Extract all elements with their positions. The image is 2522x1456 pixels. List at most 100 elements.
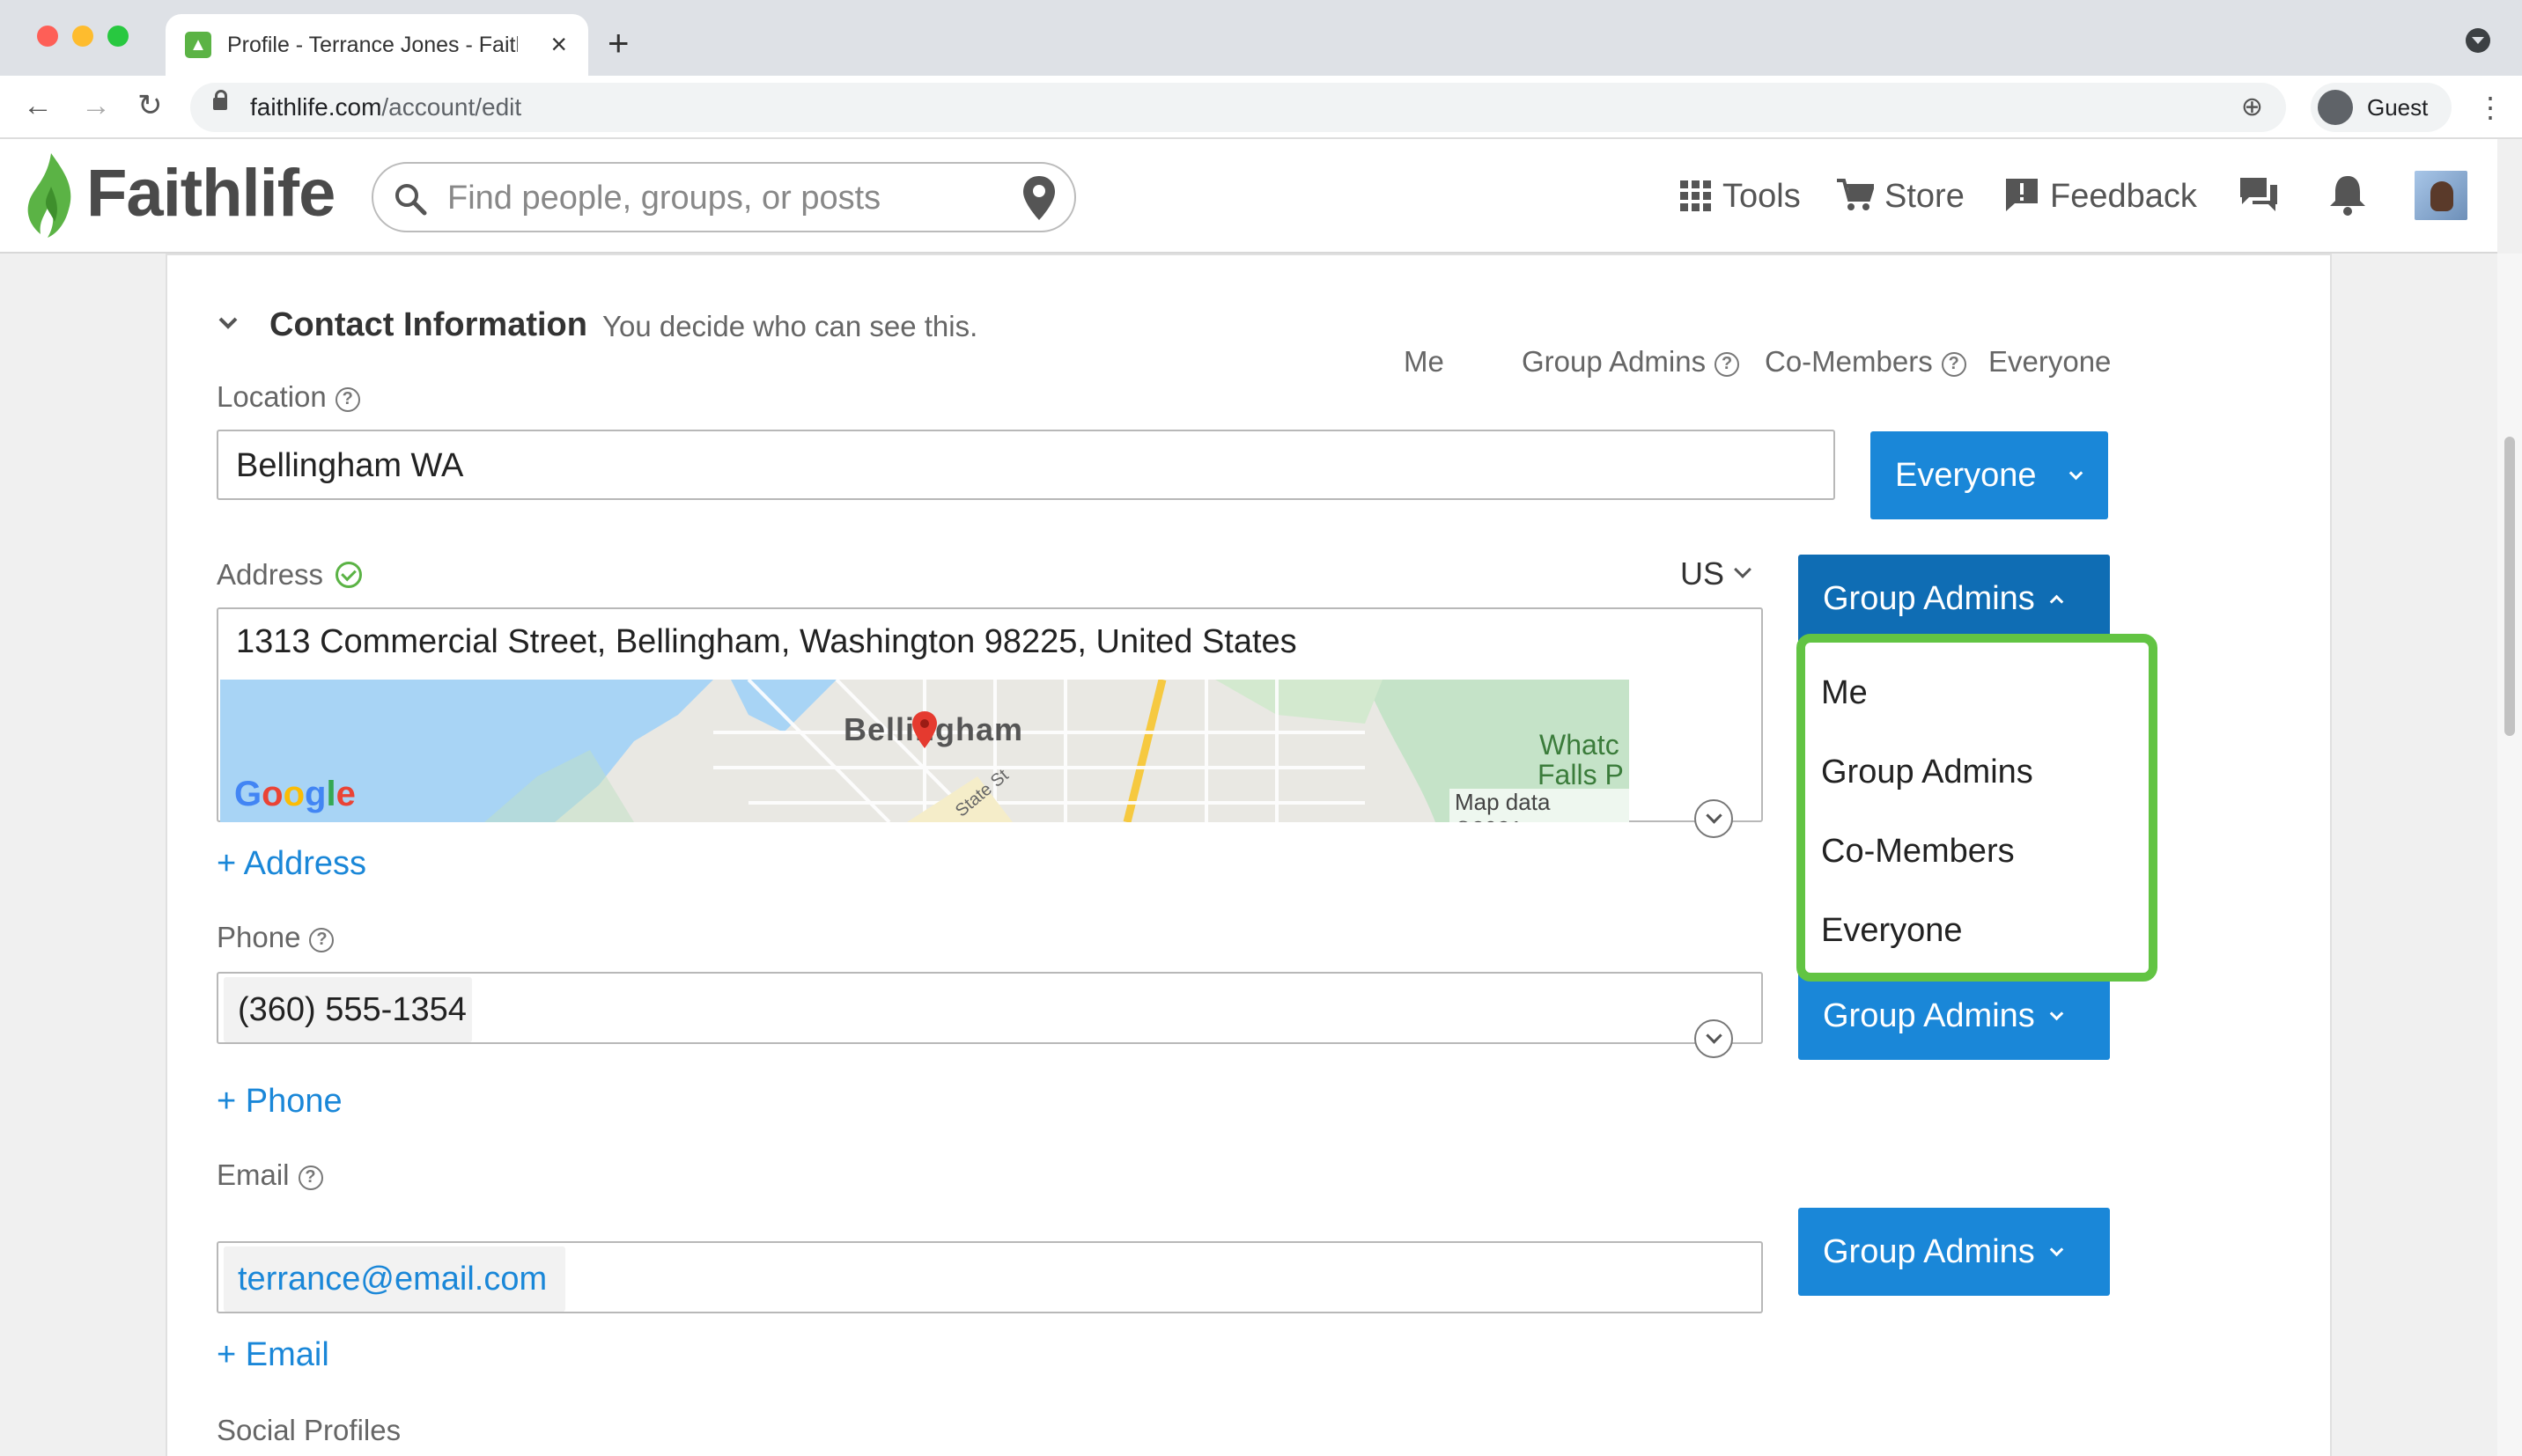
new-tab-icon[interactable]: + bbox=[608, 21, 630, 65]
nav-tools[interactable]: Tools bbox=[1680, 174, 1801, 218]
tab-search-icon[interactable] bbox=[2466, 28, 2490, 53]
nav-feedback-label: Feedback bbox=[2050, 178, 2197, 215]
add-address-link[interactable]: + Address bbox=[217, 843, 366, 884]
browser-menu-icon[interactable]: ⋮ bbox=[2476, 90, 2504, 125]
map-credit: Map data ©2021 bbox=[1449, 789, 1629, 822]
tab-close-icon[interactable]: × bbox=[550, 26, 567, 62]
browser-tabstrip: ▲ Profile - Terrance Jones - Faithlife ×… bbox=[0, 0, 2522, 76]
email-value: terrance@email.com bbox=[238, 1261, 548, 1298]
search-icon bbox=[395, 184, 427, 216]
location-pin-icon[interactable] bbox=[1021, 174, 1057, 222]
section-title: Contact Information bbox=[269, 306, 587, 343]
feedback-icon bbox=[2006, 179, 2038, 211]
address-value: 1313 Commercial Street, Bellingham, Wash… bbox=[236, 623, 1297, 660]
site-header: Faithlife Tools Store Feedback bbox=[0, 139, 2497, 254]
window-minimize-button[interactable] bbox=[72, 26, 93, 47]
visibility-option-everyone[interactable]: Everyone bbox=[1821, 910, 1963, 951]
address-label: Address bbox=[217, 556, 363, 593]
browser-toolbar: ← → ↻ faithlife.com/account/edit ⊕ Guest… bbox=[0, 76, 2522, 139]
add-phone-link[interactable]: + Phone bbox=[217, 1081, 343, 1121]
reload-icon[interactable]: ↻ bbox=[137, 88, 163, 123]
faithlife-logo-text[interactable]: Faithlife bbox=[86, 158, 336, 229]
browser-tab-active[interactable]: ▲ Profile - Terrance Jones - Faithlife × bbox=[166, 14, 588, 76]
grid-icon bbox=[1680, 180, 1711, 211]
add-email-link[interactable]: + Email bbox=[217, 1335, 329, 1375]
nav-store-label: Store bbox=[1884, 178, 1965, 215]
nav-tools-label: Tools bbox=[1722, 178, 1801, 215]
help-icon[interactable]: ? bbox=[335, 387, 360, 412]
email-visibility-label: Group Admins bbox=[1823, 1233, 2035, 1270]
visibility-dropdown-menu: Me Group Admins Co-Members Everyone bbox=[1796, 634, 2157, 982]
chevron-down-icon bbox=[1734, 561, 1751, 578]
address-map[interactable]: Bellingham Whatc Falls P State St Google… bbox=[220, 680, 1629, 822]
column-header-group-admins: Group Admins? bbox=[1522, 343, 1740, 380]
section-subtitle: You decide who can see this. bbox=[602, 310, 978, 342]
cart-icon bbox=[1837, 179, 1876, 210]
phone-visibility-button[interactable]: Group Admins bbox=[1798, 972, 2110, 1060]
email-label: Email? bbox=[217, 1157, 323, 1194]
forward-arrow-icon[interactable]: → bbox=[81, 88, 111, 123]
chevron-down-icon bbox=[2049, 1242, 2064, 1257]
visibility-option-me[interactable]: Me bbox=[1821, 673, 1868, 713]
map-pin-icon bbox=[912, 711, 937, 748]
phone-chip[interactable]: (360) 555-1354 bbox=[224, 977, 472, 1042]
profile-label: Guest bbox=[2367, 94, 2429, 121]
user-avatar[interactable] bbox=[2415, 171, 2467, 220]
email-chip[interactable]: terrance@email.com bbox=[224, 1246, 565, 1312]
visibility-option-group-admins[interactable]: Group Admins bbox=[1821, 752, 2033, 792]
visibility-option-co-members[interactable]: Co-Members bbox=[1821, 831, 2015, 871]
google-logo: Google bbox=[234, 775, 356, 813]
help-icon[interactable]: ? bbox=[309, 928, 335, 952]
chevron-down-icon bbox=[2049, 1006, 2064, 1021]
map-park-label: Whatc bbox=[1539, 729, 1619, 761]
faithlife-flame-icon[interactable] bbox=[25, 151, 77, 239]
verified-check-icon bbox=[336, 562, 363, 588]
window-close-button[interactable] bbox=[37, 26, 58, 47]
nav-store[interactable]: Store bbox=[1837, 174, 1965, 218]
chevron-down-icon bbox=[2068, 466, 2083, 481]
country-select[interactable]: US bbox=[1680, 555, 1751, 593]
zoom-icon[interactable]: ⊕ bbox=[2241, 92, 2263, 122]
email-visibility-button[interactable]: Group Admins bbox=[1798, 1208, 2110, 1296]
column-header-me: Me bbox=[1404, 345, 1444, 378]
search-input[interactable] bbox=[447, 178, 976, 218]
phone-label: Phone? bbox=[217, 919, 335, 956]
map-graphic bbox=[220, 680, 1629, 822]
phone-expand-icon[interactable] bbox=[1694, 1019, 1733, 1058]
nav-feedback[interactable]: Feedback bbox=[2004, 174, 2197, 218]
map-park-label: Falls P bbox=[1538, 759, 1624, 791]
social-profiles-label: Social Profiles bbox=[217, 1414, 402, 1446]
scrollbar-thumb[interactable] bbox=[2504, 437, 2515, 736]
location-field[interactable]: Bellingham WA bbox=[217, 430, 1835, 500]
guest-avatar-icon bbox=[2318, 90, 2353, 125]
help-icon[interactable]: ? bbox=[1941, 352, 1966, 377]
collapse-chevron-icon[interactable] bbox=[215, 310, 241, 336]
page-scrollbar[interactable] bbox=[2497, 254, 2522, 1456]
lock-icon bbox=[213, 90, 227, 110]
messages-icon[interactable] bbox=[2237, 173, 2281, 217]
chevron-up-icon bbox=[2049, 594, 2064, 609]
tab-title: Profile - Terrance Jones - Faithlife bbox=[227, 33, 518, 57]
faithlife-favicon-icon: ▲ bbox=[185, 32, 211, 58]
location-value: Bellingham WA bbox=[236, 447, 464, 484]
address-bar[interactable]: faithlife.com/account/edit ⊕ bbox=[190, 83, 2286, 132]
location-visibility-label: Everyone bbox=[1895, 457, 2037, 494]
notifications-bell-icon[interactable] bbox=[2328, 173, 2367, 217]
url-text: faithlife.com/account/edit bbox=[250, 93, 522, 121]
column-header-everyone: Everyone bbox=[1988, 345, 2112, 378]
address-expand-icon[interactable] bbox=[1694, 799, 1733, 838]
global-search[interactable] bbox=[372, 162, 1076, 232]
back-arrow-icon[interactable]: ← bbox=[23, 88, 53, 123]
window-zoom-button[interactable] bbox=[107, 26, 129, 47]
location-visibility-button[interactable]: Everyone bbox=[1870, 431, 2108, 519]
address-visibility-label: Group Admins bbox=[1823, 580, 2035, 617]
location-label: Location? bbox=[217, 379, 360, 415]
phone-field[interactable]: (360) 555-1354 bbox=[217, 972, 1763, 1044]
email-field[interactable]: terrance@email.com bbox=[217, 1241, 1763, 1313]
browser-profile-button[interactable]: Guest bbox=[2311, 83, 2452, 132]
phone-value: (360) 555-1354 bbox=[238, 991, 467, 1028]
address-visibility-button[interactable]: Group Admins bbox=[1798, 555, 2110, 643]
column-header-co-members: Co-Members? bbox=[1765, 343, 1966, 380]
help-icon[interactable]: ? bbox=[298, 1166, 323, 1190]
help-icon[interactable]: ? bbox=[1715, 352, 1740, 377]
